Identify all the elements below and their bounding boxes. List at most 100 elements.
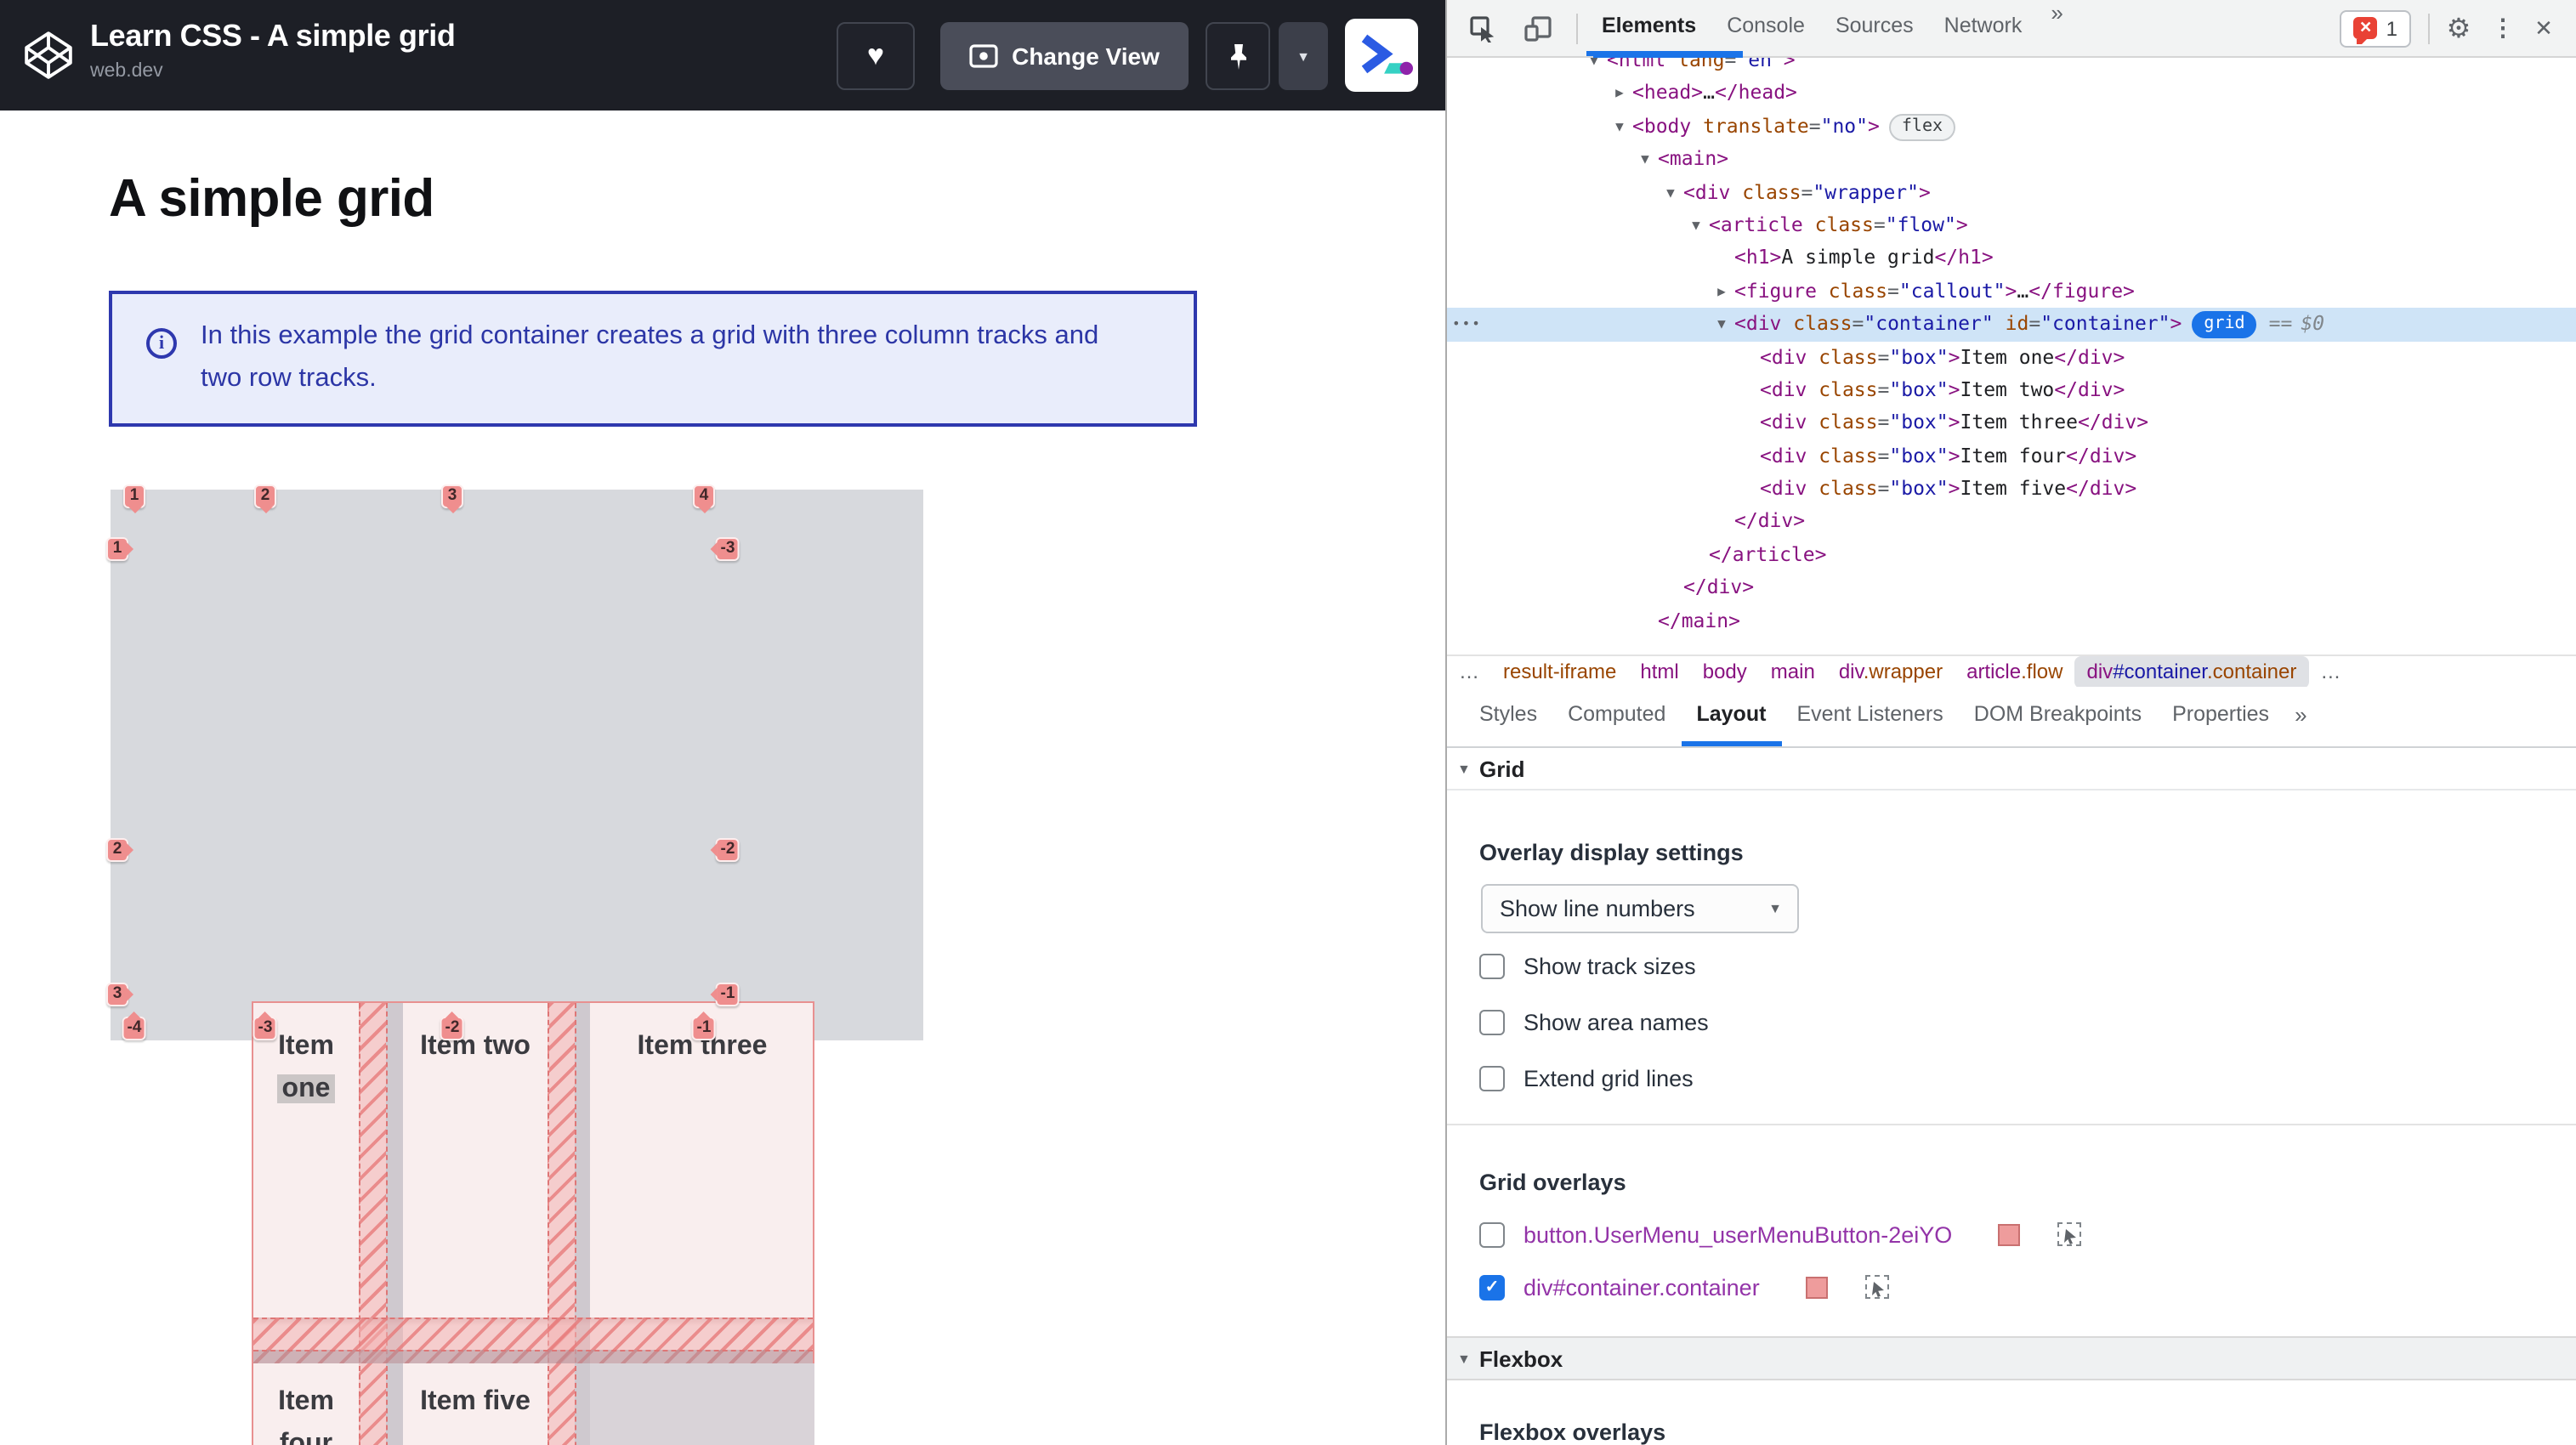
checkbox[interactable]: ✓: [1479, 1274, 1505, 1300]
like-button[interactable]: ♥: [837, 22, 915, 90]
breadcrumb-overflow[interactable]: …: [2308, 656, 2352, 687]
pen-author[interactable]: web.dev: [90, 61, 455, 82]
breadcrumb-item[interactable]: div.wrapper: [1827, 656, 1955, 687]
grid-line-badge: -1: [691, 1012, 717, 1040]
device-toolbar-icon[interactable]: [1522, 13, 1552, 43]
view-dropdown-button[interactable]: ▼: [1279, 22, 1328, 90]
dom-tree-row[interactable]: </div>: [1447, 506, 2576, 539]
dom-tree-row[interactable]: <div class="box">Item five</div>: [1447, 473, 2576, 506]
grid-line-badge: 1: [123, 484, 145, 513]
devtools-tab-network[interactable]: Network: [1929, 0, 2038, 56]
grid-item: Item three: [637, 1032, 768, 1061]
dom-tree-row[interactable]: <div class="box">Item two</div>: [1447, 374, 2576, 407]
error-counter[interactable]: ✕ 1: [2340, 9, 2411, 47]
breadcrumb-item[interactable]: article.flow: [1955, 656, 2074, 687]
tab-dom-breakpoints[interactable]: DOM Breakpoints: [1959, 687, 2157, 746]
breadcrumb-item[interactable]: html: [1628, 656, 1690, 687]
reveal-element-icon[interactable]: [2057, 1222, 2082, 1246]
more-sidebar-tabs-icon[interactable]: »: [2284, 687, 2317, 746]
triangle-down-icon[interactable]: ▼: [1610, 110, 1629, 144]
grid-line-badge: 2: [106, 838, 133, 862]
error-badge-icon: ✕: [2353, 17, 2378, 44]
dom-tree-row[interactable]: </main>: [1447, 604, 2576, 638]
checkbox[interactable]: [1479, 953, 1505, 978]
tab-computed[interactable]: Computed: [1552, 687, 1681, 746]
dom-tree-row[interactable]: ▼ <div class="wrapper">: [1447, 176, 2576, 209]
dom-tree-row[interactable]: ▶ <figure class="callout">…</figure>: [1447, 275, 2576, 308]
dom-tree-row[interactable]: <div class="box">Item four</div>: [1447, 439, 2576, 473]
devtools-tab-sources[interactable]: Sources: [1820, 0, 1929, 56]
flex-badge[interactable]: flex: [1889, 113, 1955, 141]
grid-item: Item four: [278, 1387, 334, 1445]
overlay-color-swatch[interactable]: [1998, 1223, 2021, 1245]
checkbox[interactable]: [1479, 1009, 1505, 1034]
tab-properties[interactable]: Properties: [2157, 687, 2284, 746]
breadcrumb-item[interactable]: main: [1759, 656, 1827, 687]
dom-tree-row[interactable]: <h1>A simple grid</h1>: [1447, 242, 2576, 275]
grid-line-badge: 2: [254, 484, 276, 513]
devtools-tab-console[interactable]: Console: [1711, 0, 1820, 56]
dom-tree-row[interactable]: </article>: [1447, 539, 2576, 572]
codepen-logo-icon[interactable]: [22, 29, 75, 82]
triangle-right-icon[interactable]: ▶: [1610, 77, 1629, 110]
grid-line-badge: -3: [252, 1012, 278, 1040]
grid-column-gap: [548, 1003, 590, 1445]
triangle-down-icon[interactable]: ▼: [1687, 209, 1705, 242]
dom-tree-row[interactable]: ••• ▼ <div class="container" id="container…: [1447, 308, 2576, 342]
grid-badge[interactable]: grid: [2192, 311, 2257, 339]
dom-tree-row[interactable]: </div>: [1447, 572, 2576, 605]
grid-overlay-row: ✓ div#container.container: [1479, 1273, 1889, 1300]
pen-header: Learn CSS - A simple grid web.dev ♥ Chan…: [0, 0, 1445, 110]
dom-tree-row[interactable]: ▶ <head>…</head>: [1447, 77, 2576, 110]
triangle-down-icon[interactable]: ▼: [1661, 176, 1680, 209]
view-icon: [969, 44, 998, 68]
gear-icon[interactable]: ⚙: [2443, 13, 2474, 43]
dom-tree-row[interactable]: ▼ <article class="flow">: [1447, 209, 2576, 242]
avatar[interactable]: [1345, 19, 1418, 92]
select-arrow-icon: ▼: [1768, 901, 1782, 916]
inspect-icon[interactable]: [1467, 13, 1498, 43]
triangle-down-icon[interactable]: ▼: [1712, 308, 1731, 341]
change-view-button[interactable]: Change View: [940, 22, 1189, 90]
checkbox[interactable]: [1479, 1065, 1505, 1091]
dom-tree-row[interactable]: ▼ <body translate="no"> flex: [1447, 110, 2576, 144]
flexbox-section-header[interactable]: ▼ Flexbox: [1447, 1336, 2576, 1380]
checkbox-label: Extend grid lines: [1523, 1065, 1694, 1091]
more-tabs-icon[interactable]: »: [2037, 0, 2076, 56]
checkbox[interactable]: [1479, 1221, 1505, 1247]
tab-layout[interactable]: Layout: [1681, 687, 1782, 746]
tab-event-listeners[interactable]: Event Listeners: [1781, 687, 1958, 746]
screenshot-root: Learn CSS - A simple grid web.dev ♥ Chan…: [0, 0, 2576, 1445]
grid-line-badge: -1: [710, 983, 740, 1006]
tab-styles[interactable]: Styles: [1464, 687, 1552, 746]
dom-tree-row[interactable]: <div class="box">Item one</div>: [1447, 341, 2576, 374]
grid-column-gap: [359, 1003, 403, 1445]
pin-icon: [1230, 43, 1245, 69]
overlay-color-swatch[interactable]: [1805, 1276, 1828, 1298]
breadcrumb-item[interactable]: result-iframe: [1491, 656, 1628, 687]
devtools-tab-elements[interactable]: Elements: [1586, 0, 1712, 56]
triangle-down-icon[interactable]: ▼: [1636, 143, 1654, 176]
devtools-toolbar: Elements Console Sources Network» ✕ 1 ⚙ ⋮ ✕: [1447, 0, 2576, 58]
dom-tree-row[interactable]: <div class="box">Item three</div>: [1447, 407, 2576, 440]
reveal-element-icon[interactable]: [1864, 1275, 1889, 1299]
triangle-down-icon: ▼: [1457, 762, 1471, 777]
dom-tree-row[interactable]: ▼ <main>: [1447, 143, 2576, 176]
grid-line-badge: -4: [122, 1012, 147, 1040]
close-icon[interactable]: ✕: [2528, 13, 2559, 43]
breadcrumb-overflow[interactable]: …: [1447, 656, 1491, 687]
line-numbers-select[interactable]: Show line numbers ▼: [1481, 884, 1799, 933]
triangle-right-icon[interactable]: ▶: [1712, 275, 1731, 308]
page-title: A simple grid: [109, 168, 434, 228]
breadcrumb-item[interactable]: body: [1691, 656, 1759, 687]
avatar-logo-icon: [1361, 34, 1413, 76]
pin-button[interactable]: [1206, 22, 1270, 90]
kebab-menu-icon[interactable]: ⋮: [2488, 13, 2518, 43]
section-divider: [1447, 1124, 2576, 1125]
breadcrumb-item[interactable]: div#container.container: [2074, 656, 2309, 687]
breadcrumb: … result-iframe html body main div.wrapper art…: [1447, 654, 2576, 687]
grid-overlay: Item one Item two Item three Item four Item fi…: [252, 1001, 814, 1445]
row-overflow-dots-icon[interactable]: •••: [1452, 308, 1482, 341]
grid-section-header[interactable]: ▼ Grid: [1447, 748, 2576, 790]
chevron-down-icon: ▼: [1297, 48, 1310, 64]
